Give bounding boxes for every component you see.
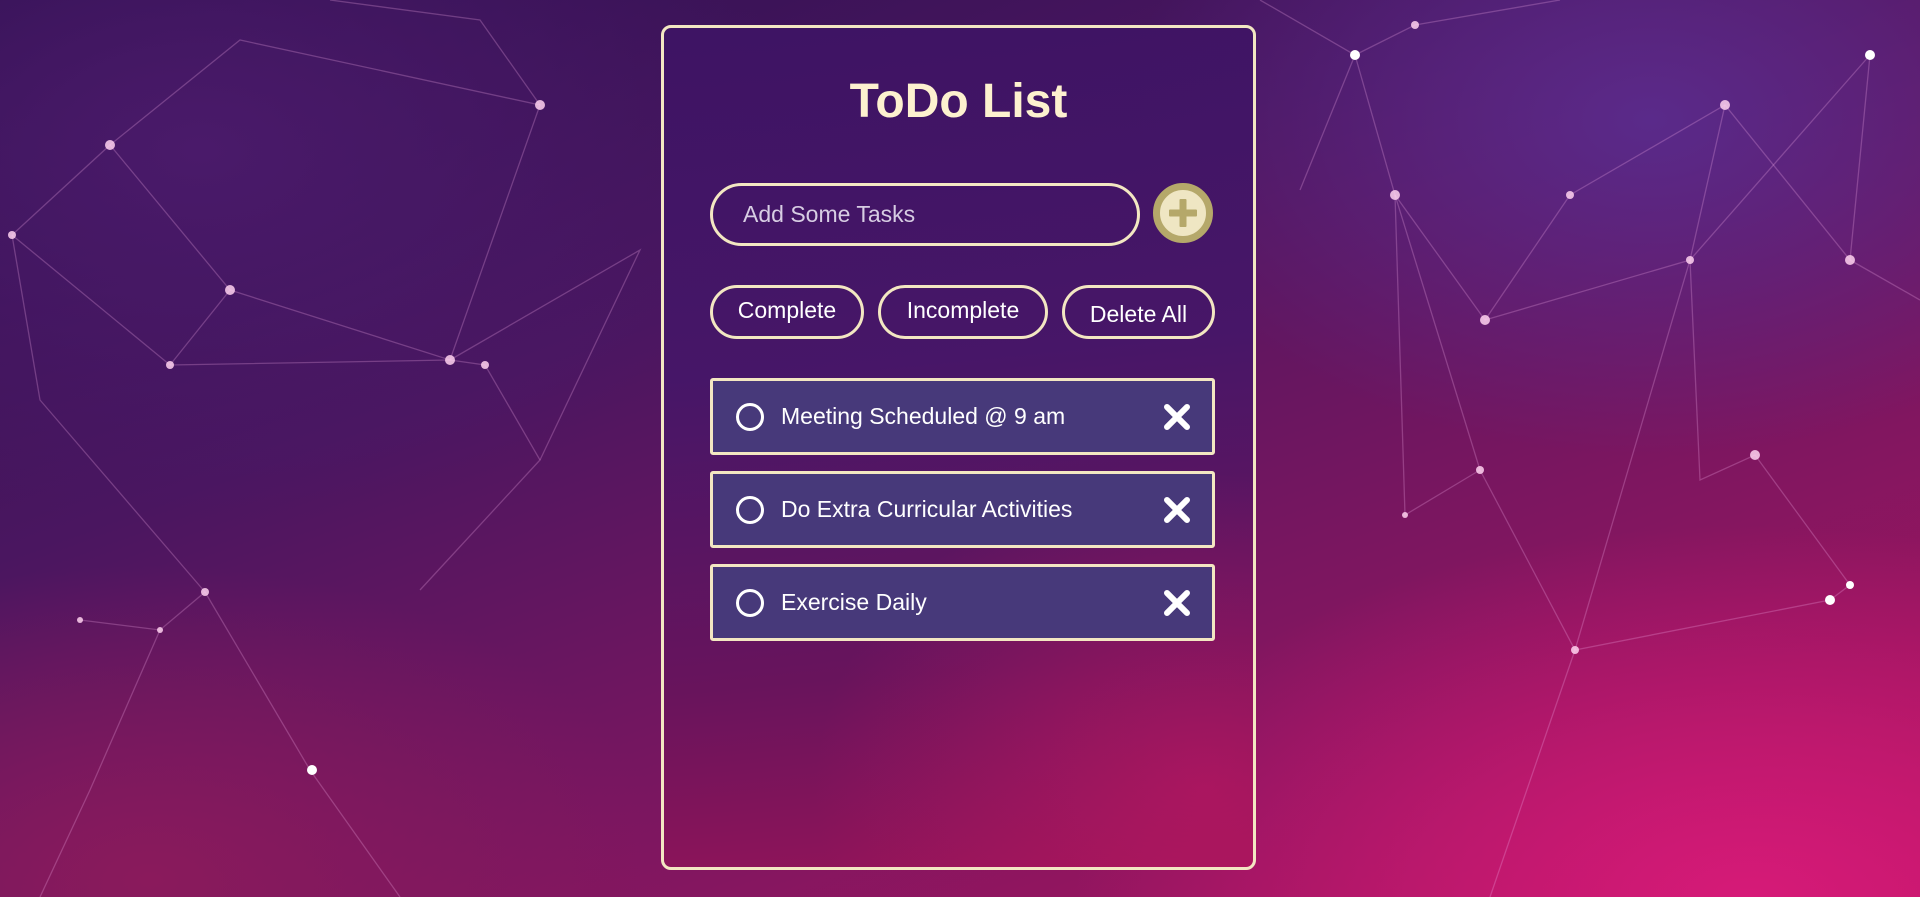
close-icon[interactable] [1162, 402, 1192, 432]
task-item: Exercise Daily [710, 564, 1215, 641]
todo-card: ToDo List Complete Incomplete Delete All… [661, 25, 1256, 870]
close-icon[interactable] [1162, 495, 1192, 525]
task-text: Do Extra Curricular Activities [781, 496, 1073, 522]
add-task-input[interactable] [710, 183, 1140, 246]
task-text: Meeting Scheduled @ 9 am [781, 403, 1066, 429]
plus-icon [1169, 199, 1197, 227]
task-list: Meeting Scheduled @ 9 am Do Extra Curric… [710, 378, 1215, 657]
task-item: Meeting Scheduled @ 9 am [710, 378, 1215, 455]
close-icon[interactable] [1162, 588, 1192, 618]
task-item: Do Extra Curricular Activities [710, 471, 1215, 548]
checkbox-circle-icon[interactable] [736, 496, 764, 524]
task-text: Exercise Daily [781, 589, 927, 615]
page-title: ToDo List [849, 75, 1068, 128]
complete-filter-button[interactable]: Complete [710, 285, 864, 339]
delete-all-button[interactable]: Delete All [1062, 285, 1215, 339]
add-task-button[interactable] [1153, 183, 1213, 243]
incomplete-filter-button[interactable]: Incomplete [878, 285, 1048, 339]
checkbox-circle-icon[interactable] [736, 589, 764, 617]
checkbox-circle-icon[interactable] [736, 403, 764, 431]
